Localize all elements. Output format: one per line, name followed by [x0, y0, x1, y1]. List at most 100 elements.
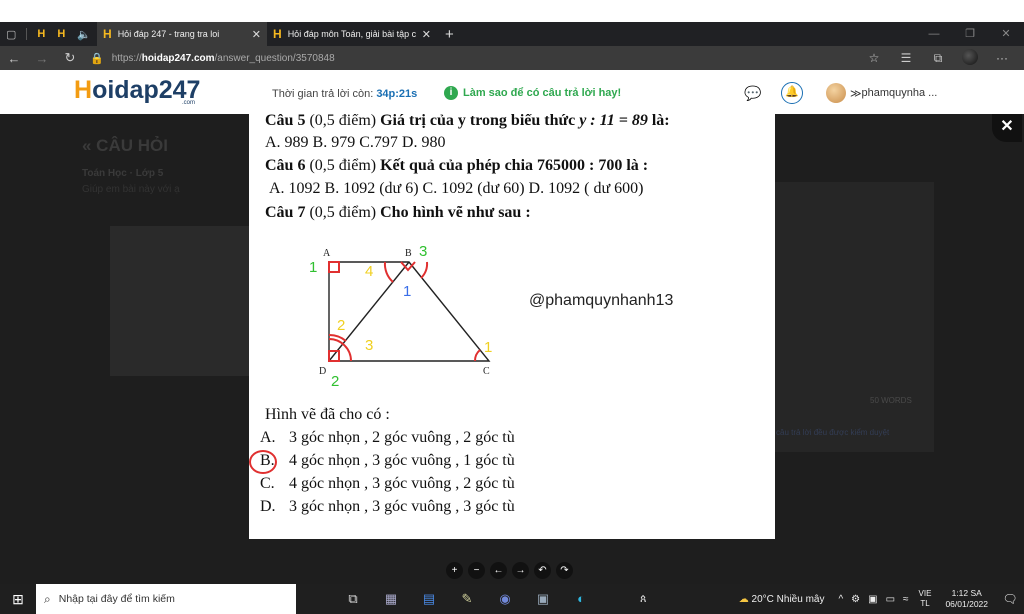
angle-arc-c1: [473, 349, 481, 362]
url-prefix: https://: [111, 52, 142, 64]
url-host: hoidap247.com: [141, 52, 215, 64]
next-icon[interactable]: →: [512, 562, 529, 579]
label-b-3: 3: [419, 243, 427, 260]
image-toolbar: + − ← → ↶ ↷: [446, 562, 573, 579]
hoidap-favicon-icon: H: [103, 27, 112, 41]
question-5-options: A. 989 B. 979 C.797 D. 980: [265, 134, 446, 151]
close-tab-icon[interactable]: ✕: [422, 28, 431, 41]
edge-icon[interactable]: ◐: [562, 591, 600, 607]
right-angle-a: [328, 261, 340, 273]
speaker-icon[interactable]: 🔈: [77, 28, 91, 41]
logo-domain: .com: [182, 100, 196, 106]
app-icon[interactable]: ✎: [448, 591, 486, 607]
question-5: Câu 5 (0,5 điểm) Giá trị của y trong biể…: [265, 114, 670, 129]
angle-arc-4: [383, 261, 394, 283]
bg-answer-panel: [774, 182, 934, 452]
clock[interactable]: 1:12 SA 06/01/2022: [945, 588, 988, 610]
previous-icon[interactable]: ←: [490, 562, 507, 579]
answer-timer: Thời gian trả lời còn: 34p:21s: [272, 88, 418, 100]
people-icon[interactable]: ጰ: [640, 584, 647, 614]
taskbar: ⊞ ⌕ Nhập tại đây để tìm kiếm ⧉ ▦ ▤ ✎ ◉ ▣…: [0, 584, 1024, 614]
cloud-icon: ☁: [738, 593, 749, 605]
refresh-icon[interactable]: ↻: [56, 50, 84, 66]
notifications-icon[interactable]: 🗨: [996, 592, 1024, 606]
bg-thumbnail: [110, 226, 250, 376]
bell-icon[interactable]: 🔔: [781, 82, 803, 104]
bg-note: câu trả lời đều được kiểm duyệt: [776, 428, 890, 437]
window-controls: — ❐ ✕: [916, 22, 1024, 46]
bg-subtitle: Giúp em bài này với ạ: [82, 184, 180, 195]
taskbar-search[interactable]: ⌕ Nhập tại đây để tìm kiếm: [36, 584, 296, 614]
bg-subject: Toán Học · Lớp 5: [82, 168, 164, 179]
divider: [26, 28, 28, 40]
tray-icon[interactable]: ⚙: [851, 594, 860, 605]
vertex-c: C: [483, 366, 490, 377]
answer-d: D. 3 góc nhọn , 3 góc vuông , 3 góc tù: [260, 498, 515, 515]
app-icon[interactable]: ▦: [372, 591, 410, 607]
answer-tip-link[interactable]: i Làm sao để có câu trả lời hay!: [444, 86, 621, 100]
tab-actions-icon[interactable]: ▢: [6, 28, 16, 41]
zoom-in-icon[interactable]: +: [446, 562, 463, 579]
chevron-up-icon[interactable]: ^: [838, 594, 843, 605]
chat-icon[interactable]: 💬: [742, 82, 764, 104]
address-bar-row: ← → ↻ 🔒 https://hoidap247.com/answer_que…: [0, 46, 1024, 70]
close-window-icon[interactable]: ✕: [988, 22, 1024, 46]
answer-a: A. 3 góc nhọn , 2 góc vuông , 2 góc tù: [260, 429, 515, 446]
trapezoid-outline: [328, 261, 491, 362]
forward-icon[interactable]: →: [28, 51, 56, 66]
back-icon[interactable]: ←: [0, 51, 28, 66]
minimize-icon[interactable]: —: [916, 22, 952, 46]
tray-icon[interactable]: ▣: [868, 594, 877, 605]
question-6-options: A. 1092 B. 1092 (dư 6) C. 1092 (dư 60) D…: [269, 180, 644, 197]
username: phamquynha ...: [861, 87, 938, 99]
image-viewer: Câu 5 (0,5 điểm) Giá trị của y trong biể…: [249, 114, 775, 539]
profile-icon[interactable]: [954, 48, 986, 68]
calculator-icon[interactable]: ▣: [524, 591, 562, 607]
close-tab-icon[interactable]: ✕: [252, 28, 261, 41]
discord-icon[interactable]: ◉: [486, 591, 524, 607]
add-favorite-icon[interactable]: ☆: [858, 51, 890, 65]
tab-title: Hỏi đáp 247 - trang tra loi: [117, 29, 220, 39]
taskbar-apps: ⧉ ▦ ▤ ✎ ◉ ▣ ◐: [334, 591, 600, 607]
restore-icon[interactable]: ❐: [952, 22, 988, 46]
close-icon[interactable]: ✕: [992, 114, 1022, 142]
lock-icon[interactable]: 🔒: [90, 52, 104, 65]
pinned-tab-icon[interactable]: H: [57, 28, 65, 40]
site-header: Hoidap247 .com Thời gian trả lời còn: 34…: [0, 70, 1024, 114]
battery-icon[interactable]: ▭: [886, 594, 895, 605]
hoidap-favicon-icon: H: [273, 27, 282, 41]
url-field[interactable]: 🔒 https://hoidap247.com/answer_question/…: [90, 52, 335, 65]
label-d-2: 2: [331, 373, 339, 390]
answer-c: C. 4 góc nhọn , 3 góc vuông , 2 góc tù: [260, 475, 515, 492]
windows-start-icon[interactable]: ⊞: [0, 591, 36, 608]
avatar: [826, 83, 846, 103]
question-7: Câu 7 (0,5 điểm) Cho hình vẽ như sau :: [265, 204, 531, 221]
rotate-right-icon[interactable]: ↷: [556, 562, 573, 579]
watermark-text: @phamquynhanh13: [529, 292, 674, 309]
vertex-a: A: [323, 248, 331, 259]
vertex-b: B: [405, 248, 412, 259]
pinned-tab-icon[interactable]: H: [37, 28, 45, 40]
label-d-3: 3: [365, 337, 373, 354]
new-tab-icon[interactable]: +: [445, 26, 454, 43]
weather-widget[interactable]: ☁ 20°C Nhiều mây: [739, 594, 825, 605]
label-b-4: 4: [365, 263, 373, 280]
favorites-icon[interactable]: ☰: [890, 51, 922, 65]
wifi-icon[interactable]: ≈: [903, 594, 909, 605]
info-icon: i: [444, 86, 458, 100]
language-indicator[interactable]: VIE TL: [919, 589, 932, 609]
tab-hoidap-answer[interactable]: H Hỏi đáp 247 - trang tra loi ✕: [97, 22, 268, 46]
angle-arc-b1: [420, 261, 429, 279]
rotate-left-icon[interactable]: ↶: [534, 562, 551, 579]
user-menu[interactable]: ≫ phamquynha ...: [826, 83, 937, 103]
tab-hoidap-math[interactable]: H Hỏi đáp môn Toán, giải bài tập c ✕: [267, 22, 437, 46]
bg-word-count: 50 WORDS: [870, 396, 912, 405]
tab-strip: ▢ H H 🔈 H Hỏi đáp 247 - trang tra loi ✕ …: [0, 22, 1024, 46]
collections-icon[interactable]: ⧉: [922, 51, 954, 66]
zoom-out-icon[interactable]: −: [468, 562, 485, 579]
task-view-icon[interactable]: ⧉: [334, 591, 372, 607]
bg-question-title: « CÂU HỎI: [82, 136, 168, 155]
more-icon[interactable]: ···: [986, 51, 1018, 65]
app-icon[interactable]: ▤: [410, 591, 448, 607]
system-tray: ☁ 20°C Nhiều mây ^ ⚙ ▣ ▭ ≈ VIE TL 1:12 SA…: [739, 584, 1024, 614]
